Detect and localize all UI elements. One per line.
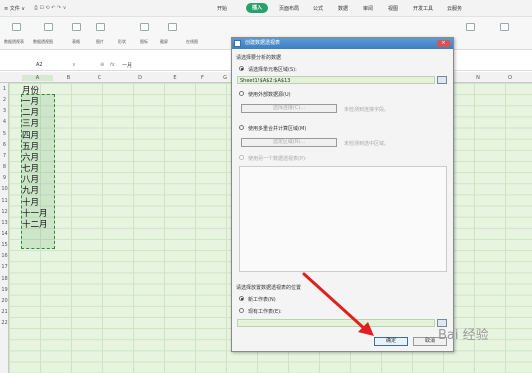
radio-new-sheet-label[interactable]: 新工作表(N) (248, 296, 276, 303)
tab-data[interactable]: 数据 (338, 5, 348, 12)
select-area-button[interactable]: 选定区域(R)... (241, 138, 337, 147)
row-header-14[interactable]: 14 (0, 231, 9, 237)
column-header-o[interactable]: O (500, 75, 520, 81)
tab-view[interactable]: 视图 (388, 5, 398, 12)
section-data-label: 请选择要分析的数据 (236, 55, 282, 61)
watermark: Bai 经验 (438, 328, 489, 343)
row-header-1[interactable]: 1 (0, 86, 9, 92)
row-header-12[interactable]: 12 (0, 209, 9, 215)
tab-home[interactable]: 开始 (217, 5, 227, 12)
radio-new-sheet[interactable] (239, 296, 244, 301)
column-header-f[interactable]: F (190, 75, 215, 81)
row-header-10[interactable]: 10 (0, 186, 9, 192)
range-input-value: Sheet1!$A$2:$A$13 (240, 78, 291, 84)
ribbon-online[interactable]: 在线图 (186, 39, 198, 45)
row-header-2[interactable]: 2 (0, 97, 9, 103)
table-icon[interactable] (72, 23, 81, 31)
radio-another-pivot[interactable] (239, 155, 244, 160)
radio-multi-label[interactable]: 使用多重合并计算区域(M) (248, 125, 306, 132)
dialog-title: 创建数据透视表 (232, 38, 453, 49)
row-header-19[interactable]: 19 (0, 287, 9, 293)
radio-external[interactable] (239, 91, 244, 96)
radio-external-label[interactable]: 使用外部数据源(U) (248, 91, 291, 98)
range-input[interactable]: Sheet1!$A$2:$A$13 (237, 76, 435, 84)
row-header-4[interactable]: 4 (0, 119, 9, 125)
pivot-dialog-icon (234, 40, 241, 47)
name-box-dropdown-icon[interactable]: ∨ (72, 62, 76, 68)
column-header-a[interactable]: A (22, 75, 53, 81)
row-header-18[interactable]: 18 (0, 276, 9, 282)
row-header-6[interactable]: 6 (0, 142, 9, 148)
ribbon-table[interactable]: 表格 (72, 39, 80, 45)
pivot-table-icon[interactable] (12, 23, 21, 31)
range-picker-icon[interactable] (437, 76, 447, 84)
tab-formulas[interactable]: 公式 (313, 5, 323, 12)
column-header-n[interactable]: N (468, 75, 488, 81)
column-header-e[interactable]: E (165, 75, 185, 81)
connection-hint: 未检测到连接字段。 (344, 107, 390, 113)
ribbon-icons[interactable]: 图标 (140, 39, 148, 45)
select-connection-button[interactable]: 选择连接(C)... (241, 104, 337, 113)
tab-developer[interactable]: 开发工具 (413, 5, 433, 12)
row-header-8[interactable]: 8 (0, 164, 9, 170)
column-header-c[interactable]: C (84, 75, 115, 81)
radio-range[interactable] (239, 66, 244, 71)
tab-page-layout[interactable]: 页面布局 (279, 5, 299, 12)
zoom-icon[interactable]: ⊕ (100, 62, 104, 68)
menu-bar: ≡ 文件 ∨ ⎙ ⊡ ⟲ ↶ ↷ ∨ 开始 插入 页面布局 公式 数据 审阅 视… (0, 0, 532, 17)
row-header-20[interactable]: 20 (0, 298, 9, 304)
row-header-9[interactable]: 9 (0, 175, 9, 181)
area-hint: 未检测到选中区域。 (344, 141, 390, 147)
radio-multi[interactable] (239, 125, 244, 130)
formula-input[interactable]: 一月 (122, 62, 132, 69)
tab-cloud[interactable]: 云服务 (447, 5, 462, 12)
picture-icon[interactable] (96, 23, 105, 31)
row-header-15[interactable]: 15 (0, 242, 9, 248)
section-location-label: 请选择放置数据透视表的位置 (236, 285, 302, 291)
shapes-icon[interactable] (140, 23, 149, 31)
file-menu[interactable]: ≡ 文件 ∨ (4, 5, 25, 12)
row-header-11[interactable]: 11 (0, 198, 9, 204)
icons-icon[interactable] (168, 23, 177, 31)
tab-review[interactable]: 审阅 (363, 5, 373, 12)
cell-a13[interactable]: 十二月 (22, 218, 48, 230)
textbox-icon[interactable] (500, 23, 509, 31)
radio-range-label[interactable]: 请选择单元格区域(S): (248, 66, 297, 73)
tab-insert[interactable]: 插入 (246, 3, 268, 13)
row-header-22[interactable]: 22 (0, 320, 9, 326)
ribbon-picture[interactable]: 图片 (96, 39, 104, 45)
radio-another-pivot-label[interactable]: 使用另一个数据透视表(P): (248, 155, 307, 162)
pivot-list-box[interactable] (239, 166, 447, 272)
row-header-13[interactable]: 13 (0, 220, 9, 226)
row-header-16[interactable]: 16 (0, 253, 9, 259)
hyperlink-icon[interactable] (466, 23, 475, 31)
ribbon-pivot-table[interactable]: 数据透视表 (4, 39, 24, 45)
ribbon-shapes[interactable]: 形状 (118, 39, 126, 45)
row-headers: 1 2 3 4 5 6 7 8 9 10 11 12 13 14 15 16 17 18 19 20 21 22 (0, 83, 9, 373)
pivot-chart-icon[interactable] (44, 23, 53, 31)
name-box[interactable]: A2 (36, 62, 43, 68)
ribbon-pivot-chart[interactable]: 数据透视图 (33, 39, 53, 45)
fx-icon[interactable]: fx (110, 62, 115, 68)
radio-existing-sheet-label[interactable]: 现有工作表(E): (248, 308, 282, 315)
row-header-21[interactable]: 21 (0, 309, 9, 315)
annotation-arrow-icon (302, 272, 374, 336)
ribbon-screenshot[interactable]: 截屏 (160, 39, 168, 45)
column-header-d[interactable]: D (115, 75, 165, 81)
close-button[interactable]: × (437, 40, 450, 47)
row-header-5[interactable]: 5 (0, 131, 9, 137)
column-header-b[interactable]: B (53, 75, 84, 81)
row-header-3[interactable]: 3 (0, 108, 9, 114)
row-header-7[interactable]: 7 (0, 153, 9, 159)
radio-existing-sheet[interactable] (239, 308, 244, 313)
row-header-17[interactable]: 17 (0, 264, 9, 270)
quick-access-icons[interactable]: ⎙ ⊡ ⟲ ↶ ↷ ∨ (34, 5, 66, 11)
